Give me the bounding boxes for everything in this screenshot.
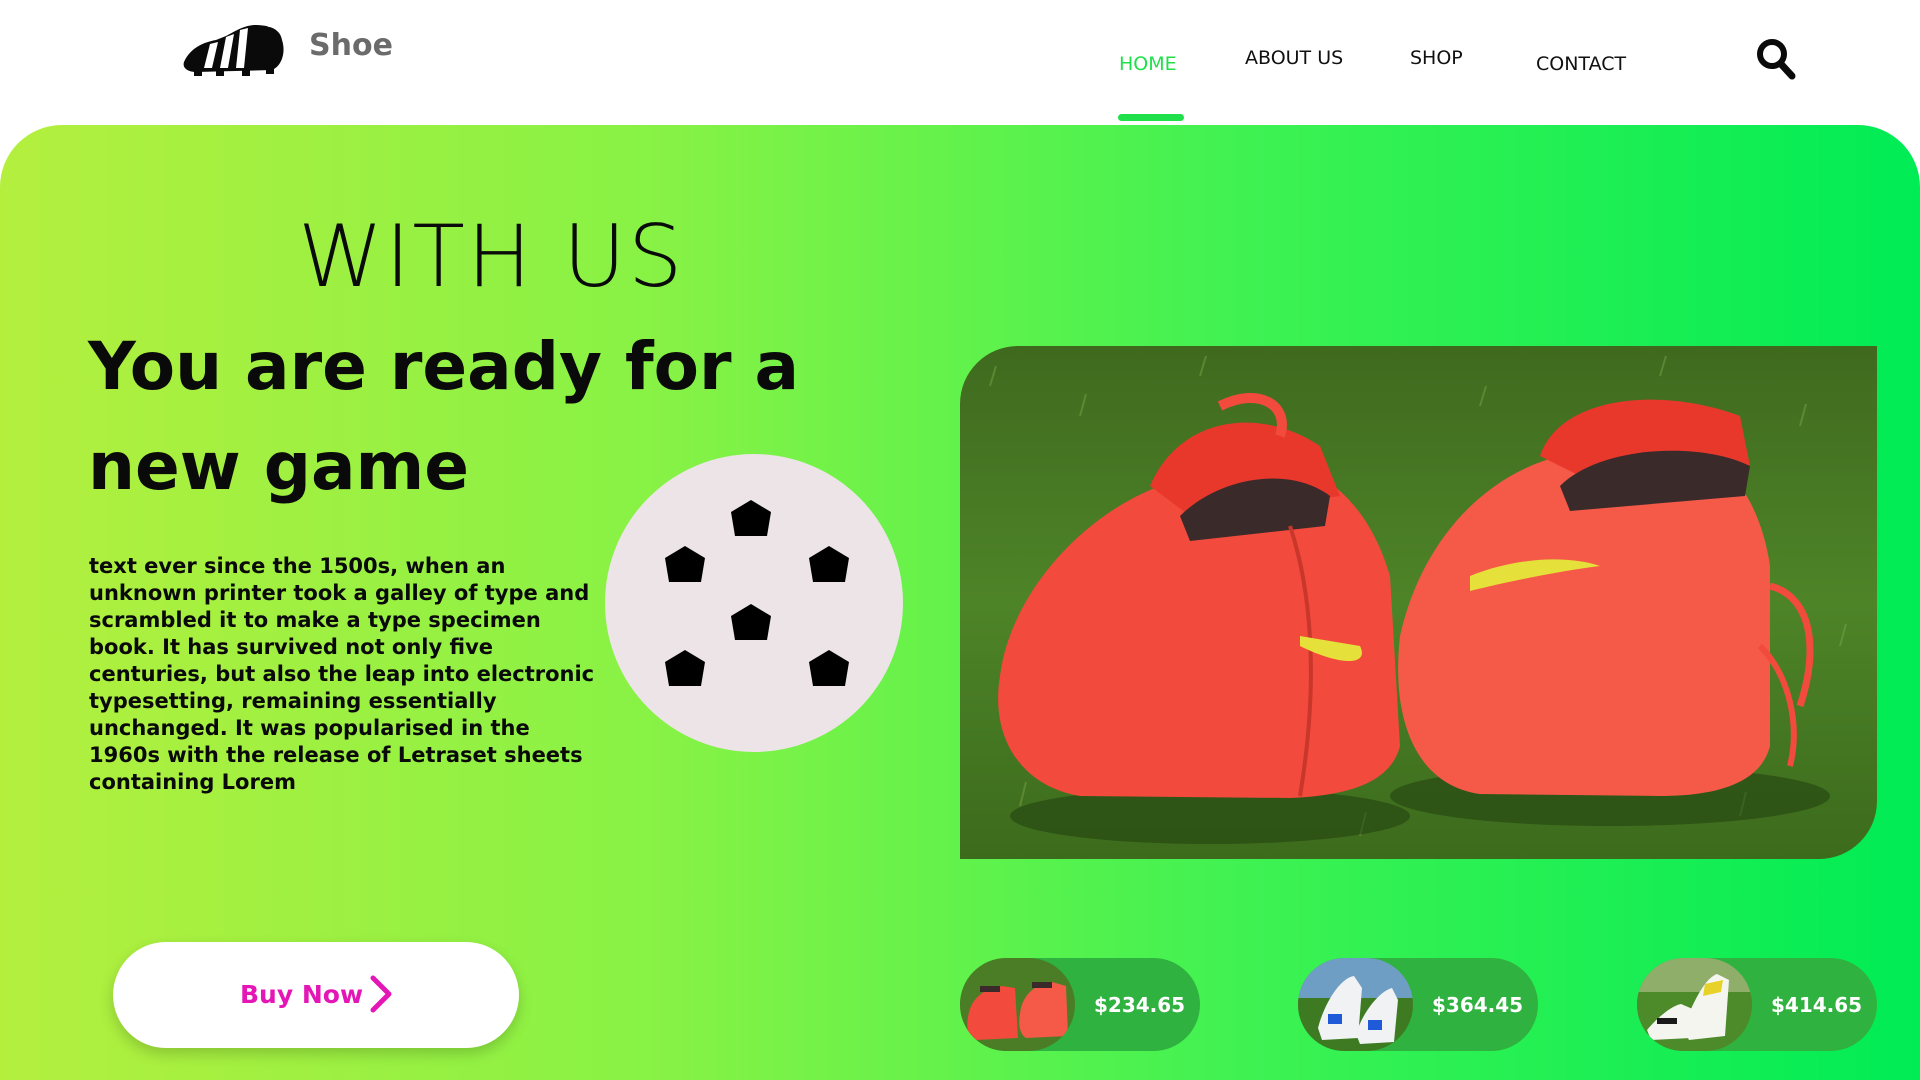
product-price-2: $364.45 — [1432, 993, 1524, 1017]
product-thumb-1-image — [960, 958, 1075, 1051]
nav-contact[interactable]: CONTACT — [1536, 53, 1626, 75]
buy-now-button[interactable]: Buy Now — [113, 942, 519, 1048]
hero-section: WITH US You are ready for a new game tex… — [0, 125, 1920, 1080]
product-thumb-3[interactable]: $414.65 — [1637, 958, 1877, 1051]
product-thumb-2[interactable]: $364.45 — [1298, 958, 1538, 1051]
buy-now-label: Buy Now — [240, 980, 364, 1009]
product-thumb-1[interactable]: $234.65 — [960, 958, 1200, 1051]
red-cleats-photo — [960, 346, 1877, 859]
hero-body-text: text ever since the 1500s, when an unkno… — [89, 554, 595, 794]
site-header: Shoe HOME ABOUT US SHOP CONTACT — [0, 0, 1920, 125]
product-price-1: $234.65 — [1094, 993, 1186, 1017]
nav-home[interactable]: HOME — [1119, 53, 1177, 75]
cleat-logo-icon[interactable] — [182, 22, 288, 76]
soccer-ball-icon — [605, 454, 903, 752]
search-icon[interactable] — [1756, 38, 1796, 80]
product-price-3: $414.65 — [1771, 993, 1863, 1017]
hero-product-image — [960, 346, 1877, 859]
nav-active-indicator — [1118, 114, 1184, 121]
nav-shop[interactable]: SHOP — [1410, 47, 1463, 69]
hero-eyebrow: WITH US — [298, 207, 685, 307]
product-thumb-3-image — [1637, 958, 1752, 1051]
nav-about-us[interactable]: ABOUT US — [1245, 47, 1343, 69]
chevron-right-icon — [370, 975, 392, 1013]
brand-name[interactable]: Shoe — [309, 28, 393, 63]
product-thumb-2-image — [1298, 958, 1413, 1051]
soccer-ball-pentagons — [665, 500, 849, 686]
